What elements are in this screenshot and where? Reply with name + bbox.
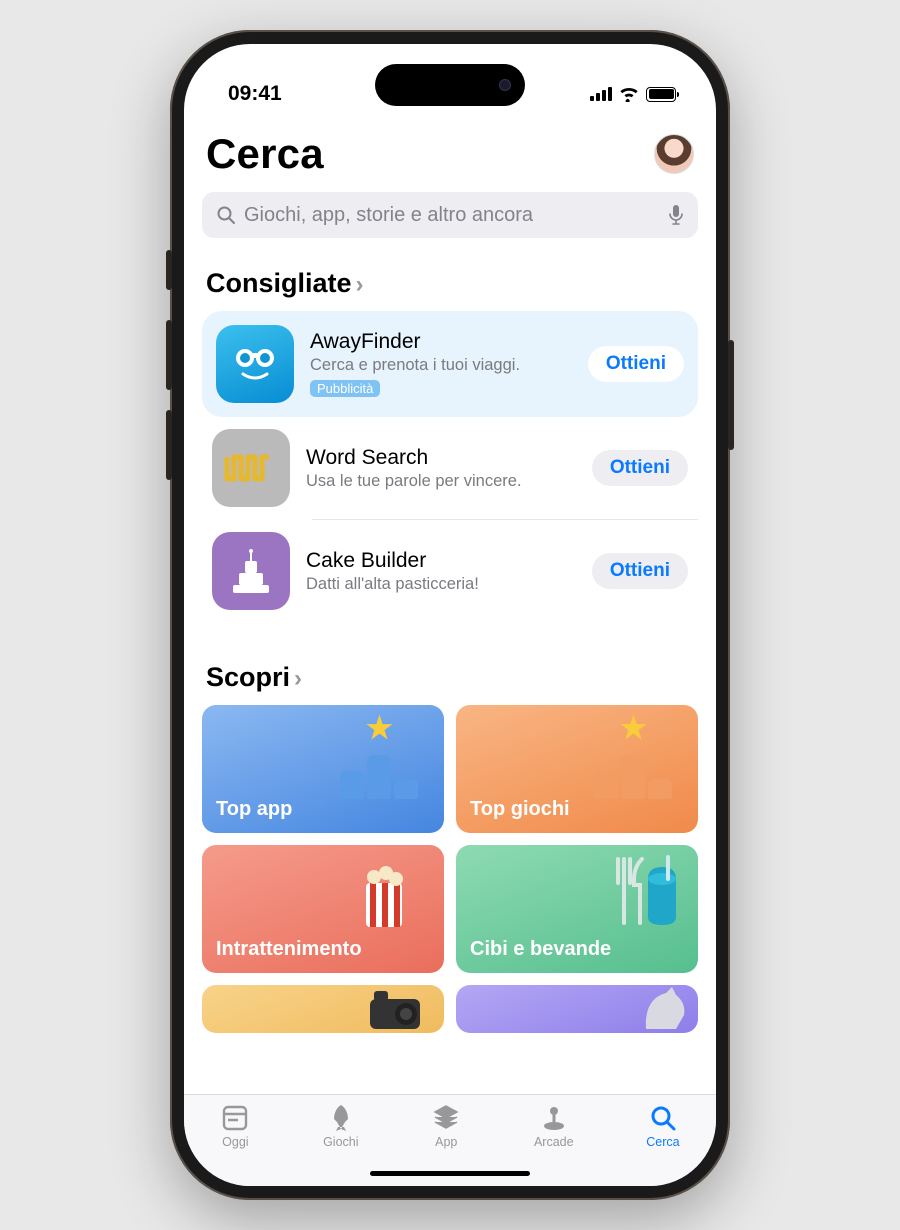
app-subtitle: Cerca e prenota i tuoi viaggi.	[310, 356, 572, 375]
search-icon	[216, 205, 236, 225]
app-subtitle: Datti all'alta pasticceria!	[306, 575, 576, 594]
chevron-right-icon: ›	[294, 667, 302, 691]
section-title: Scopri	[206, 662, 290, 693]
home-indicator[interactable]	[370, 1171, 530, 1176]
tab-apps[interactable]: App	[431, 1103, 461, 1149]
tab-label: Giochi	[323, 1135, 358, 1149]
ad-badge: Pubblicità	[310, 380, 380, 397]
mic-icon[interactable]	[668, 204, 684, 226]
app-name: AwayFinder	[310, 330, 572, 354]
card-label: Cibi e bevande	[470, 938, 611, 961]
card-label: Top giochi	[470, 798, 570, 821]
get-button[interactable]: Ottieni	[592, 450, 688, 486]
trophy-icon: ★	[584, 711, 684, 799]
dynamic-island	[375, 64, 525, 106]
tab-search[interactable]: Cerca	[646, 1103, 679, 1149]
trophy-icon: ★	[330, 711, 430, 799]
apps-icon	[431, 1103, 461, 1133]
cellular-icon	[590, 87, 612, 101]
food-icon	[598, 853, 688, 933]
tab-today[interactable]: Oggi	[220, 1103, 250, 1149]
tab-label: Oggi	[222, 1135, 248, 1149]
discover-card-food[interactable]: Cibi e bevande	[456, 845, 698, 973]
search-icon	[648, 1103, 678, 1133]
app-icon-awayfinder	[216, 325, 294, 403]
today-icon	[220, 1103, 250, 1133]
tab-label: Cerca	[646, 1135, 679, 1149]
app-name: Cake Builder	[306, 549, 576, 573]
arcade-icon	[539, 1103, 569, 1133]
search-input[interactable]: Giochi, app, storie e altro ancora	[202, 192, 698, 238]
status-time: 09:41	[228, 82, 282, 106]
chevron-right-icon: ›	[356, 273, 364, 297]
tab-label: Arcade	[534, 1135, 574, 1149]
camera-icon	[362, 987, 432, 1031]
card-label: Top app	[216, 798, 292, 821]
discover-card-entertainment[interactable]: Intrattenimento	[202, 845, 444, 973]
discover-card-peek[interactable]	[202, 985, 444, 1033]
list-item[interactable]: AwayFinder Cerca e prenota i tuoi viaggi…	[202, 311, 698, 417]
section-title: Consigliate	[206, 268, 352, 299]
get-button[interactable]: Ottieni	[588, 346, 684, 382]
list-item[interactable]: Cake Builder Datti all'alta pasticceria!…	[202, 520, 698, 622]
discover-card-peek[interactable]	[456, 985, 698, 1033]
battery-icon	[646, 87, 676, 102]
list-item[interactable]: Word Search Usa le tue parole per vincer…	[202, 417, 698, 519]
section-suggested-header[interactable]: Consigliate ›	[202, 268, 698, 299]
card-label: Intrattenimento	[216, 938, 362, 961]
discover-card-top-games[interactable]: ★ Top giochi	[456, 705, 698, 833]
rocket-icon	[326, 1103, 356, 1133]
popcorn-icon	[344, 853, 434, 933]
horse-icon	[628, 985, 688, 1029]
section-discover-header[interactable]: Scopri ›	[202, 662, 698, 693]
page-title: Cerca	[206, 130, 324, 178]
app-icon-cakebuilder	[212, 532, 290, 610]
tab-bar: Oggi Giochi App Arcade Cerca	[184, 1094, 716, 1186]
tab-arcade[interactable]: Arcade	[534, 1103, 574, 1149]
phone-frame: 09:41 Cerca Giochi, app, storie e altro …	[170, 30, 730, 1200]
app-icon-wordsearch	[212, 429, 290, 507]
discover-card-top-apps[interactable]: ★ Top app	[202, 705, 444, 833]
app-name: Word Search	[306, 446, 576, 470]
get-button[interactable]: Ottieni	[592, 553, 688, 589]
tab-games[interactable]: Giochi	[323, 1103, 358, 1149]
wifi-icon	[619, 86, 639, 102]
search-placeholder: Giochi, app, storie e altro ancora	[244, 204, 660, 227]
tab-label: App	[435, 1135, 457, 1149]
app-subtitle: Usa le tue parole per vincere.	[306, 472, 576, 491]
avatar[interactable]	[654, 134, 694, 174]
